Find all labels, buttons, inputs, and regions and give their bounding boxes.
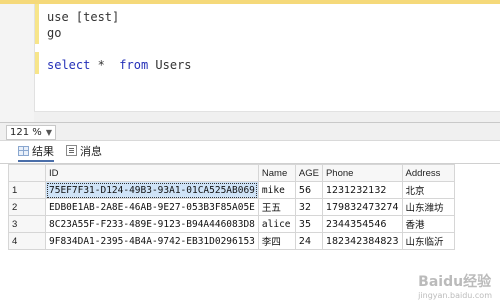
cell-name[interactable]: alice bbox=[257, 215, 296, 233]
zoom-value: 121 % bbox=[10, 127, 42, 138]
row-number-header bbox=[8, 164, 46, 182]
table-row: 2 EDB0E1AB-2A8E-46AB-9E27-053B3F85A05E 王… bbox=[8, 198, 455, 216]
change-indicator bbox=[35, 52, 39, 74]
cell-id[interactable]: 9F834DA1-2395-4B4A-9742-EB31D0296153 bbox=[45, 232, 259, 250]
zoom-bar: 121 % ▼ bbox=[0, 123, 500, 141]
row-number[interactable]: 2 bbox=[8, 198, 46, 216]
results-tab-bar: 结果 消息 bbox=[0, 141, 500, 164]
watermark-text: Baidu经验 bbox=[418, 274, 492, 290]
cell-age[interactable]: 56 bbox=[294, 181, 323, 199]
keyword-select: select bbox=[47, 58, 91, 72]
cell-phone[interactable]: 182342384823 bbox=[321, 232, 403, 250]
row-number[interactable]: 3 bbox=[8, 215, 46, 233]
results-table: ID Name AGE Phone Address 1 75EF7F31-D12… bbox=[8, 164, 455, 250]
cell-id[interactable]: 75EF7F31-D124-49B3-93A1-01CA525AB069 bbox=[45, 181, 259, 199]
code-text: * bbox=[90, 58, 120, 72]
change-indicator bbox=[35, 4, 39, 44]
code-line-1: use [test] bbox=[47, 10, 120, 24]
column-header-address[interactable]: Address bbox=[401, 164, 455, 182]
editor-horizontal-scrollbar[interactable] bbox=[34, 111, 500, 122]
tab-results[interactable]: 结果 bbox=[18, 144, 54, 162]
cell-address[interactable]: 香港 bbox=[401, 215, 455, 233]
editor-gutter bbox=[0, 4, 35, 122]
cell-name[interactable]: 李四 bbox=[257, 232, 296, 250]
column-header-phone[interactable]: Phone bbox=[321, 164, 403, 182]
table-row: 4 9F834DA1-2395-4B4A-9742-EB31D0296153 李… bbox=[8, 232, 455, 250]
tab-messages-label: 消息 bbox=[80, 146, 102, 158]
cell-id[interactable]: 8C23A55F-F233-489E-9123-B94A446083D8 bbox=[45, 215, 259, 233]
cell-phone[interactable]: 179832473274 bbox=[321, 198, 403, 216]
table-row: 3 8C23A55F-F233-489E-9123-B94A446083D8 a… bbox=[8, 215, 455, 233]
row-number[interactable]: 1 bbox=[8, 181, 46, 199]
column-header-name[interactable]: Name bbox=[257, 164, 296, 182]
watermark-logo: Baidu经验 jingyan.baidu.com bbox=[418, 271, 492, 300]
header-row: ID Name AGE Phone Address bbox=[8, 164, 455, 182]
cell-age[interactable]: 24 bbox=[294, 232, 323, 250]
cell-address[interactable]: 北京 bbox=[401, 181, 455, 199]
cell-id[interactable]: EDB0E1AB-2A8E-46AB-9E27-053B3F85A05E bbox=[45, 198, 259, 216]
keyword-from: from bbox=[119, 58, 149, 72]
zoom-select[interactable]: 121 % ▼ bbox=[6, 125, 56, 140]
cell-age[interactable]: 35 bbox=[294, 215, 323, 233]
row-number[interactable]: 4 bbox=[8, 232, 46, 250]
tab-results-label: 结果 bbox=[32, 146, 54, 158]
cell-age[interactable]: 32 bbox=[294, 198, 323, 216]
table-row: 1 75EF7F31-D124-49B3-93A1-01CA525AB069 m… bbox=[8, 181, 455, 199]
watermark-subtext: jingyan.baidu.com bbox=[418, 291, 492, 300]
code-line-2: go bbox=[47, 26, 62, 40]
chevron-down-icon: ▼ bbox=[45, 128, 52, 137]
cell-address[interactable]: 山东潍坊 bbox=[401, 198, 455, 216]
grid-icon bbox=[18, 146, 29, 156]
cell-phone[interactable]: 1231232132 bbox=[321, 181, 403, 199]
cell-name[interactable]: 王五 bbox=[257, 198, 296, 216]
column-header-id[interactable]: ID bbox=[45, 164, 259, 182]
cell-phone[interactable]: 2344354546 bbox=[321, 215, 403, 233]
tab-messages[interactable]: 消息 bbox=[66, 144, 102, 160]
column-header-age[interactable]: AGE bbox=[294, 164, 323, 182]
message-icon bbox=[66, 145, 77, 156]
cell-address[interactable]: 山东临沂 bbox=[401, 232, 455, 250]
cell-name[interactable]: mike bbox=[257, 181, 296, 199]
code-text: Users bbox=[148, 58, 192, 72]
code-line-4: select * from Users bbox=[47, 58, 192, 72]
query-editor[interactable]: use [test] go select * from Users bbox=[0, 4, 500, 123]
